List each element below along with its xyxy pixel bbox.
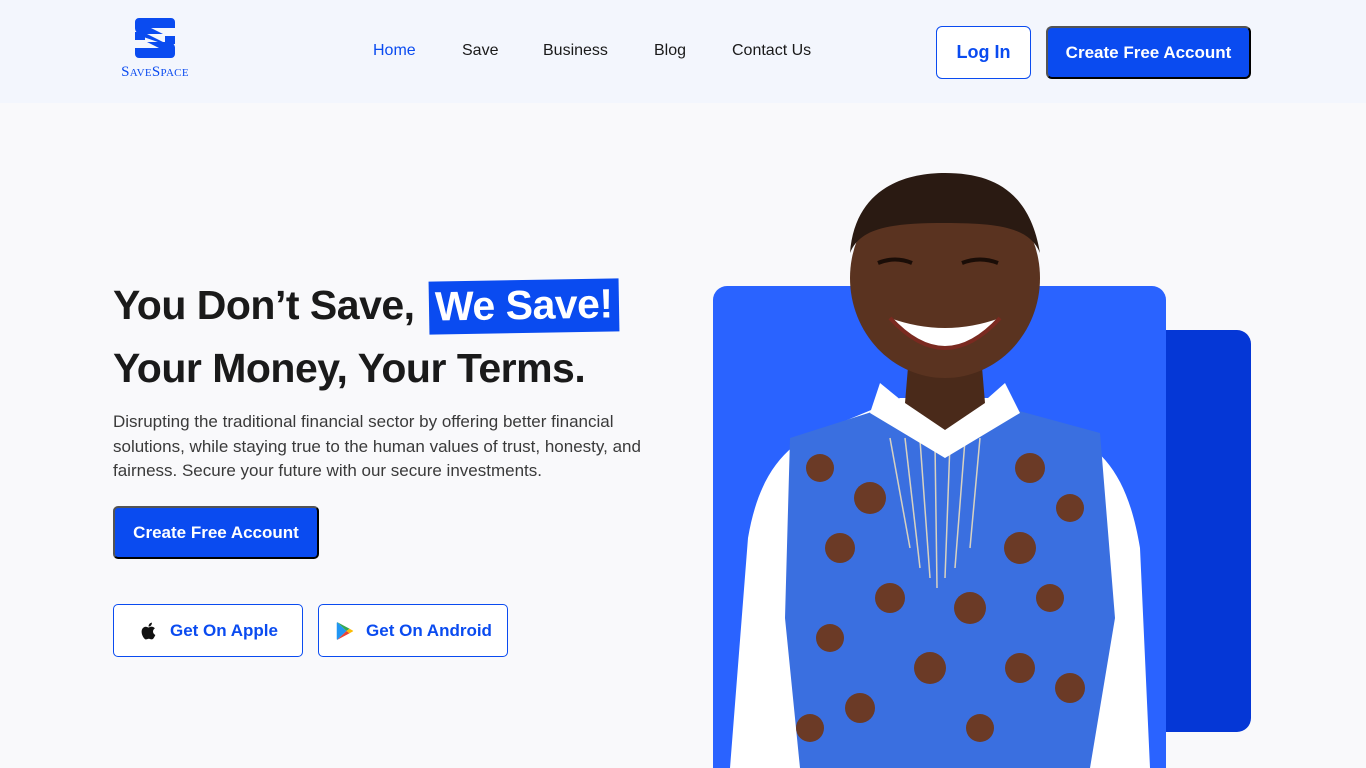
login-button[interactable]: Log In — [936, 26, 1031, 79]
hero-subheadline: Your Money, Your Terms. — [113, 345, 586, 391]
nav-contact-us[interactable]: Contact Us — [732, 42, 811, 60]
logo-mark-icon — [135, 18, 175, 58]
hero-description: Disrupting the traditional financial sec… — [113, 412, 641, 480]
nav-blog[interactable]: Blog — [654, 42, 686, 60]
hero-headline: You Don’t Save, We Save! — [113, 278, 620, 335]
headline-highlight: We Save! — [429, 278, 620, 335]
apple-button-label: Get On Apple — [170, 620, 278, 640]
top-header: SaveSpace Home Save Business Blog Contac… — [0, 0, 1366, 103]
nav-save[interactable]: Save — [462, 42, 498, 60]
nav-business[interactable]: Business — [543, 42, 608, 60]
google-play-icon — [336, 621, 354, 640]
android-button-label: Get On Android — [366, 620, 492, 640]
hero-create-account-button[interactable]: Create Free Account — [113, 506, 319, 559]
get-on-android-button[interactable]: Get On Android — [318, 604, 508, 657]
headline-prefix: You Don’t Save, — [113, 282, 415, 328]
logo-text: SaveSpace — [121, 64, 189, 80]
hero-person-image — [730, 173, 1150, 768]
savespace-logo[interactable]: SaveSpace — [113, 18, 197, 84]
header-create-account-button[interactable]: Create Free Account — [1046, 26, 1251, 79]
nav-home[interactable]: Home — [373, 42, 416, 60]
get-on-apple-button[interactable]: Get On Apple — [113, 604, 303, 657]
apple-icon — [141, 622, 156, 639]
